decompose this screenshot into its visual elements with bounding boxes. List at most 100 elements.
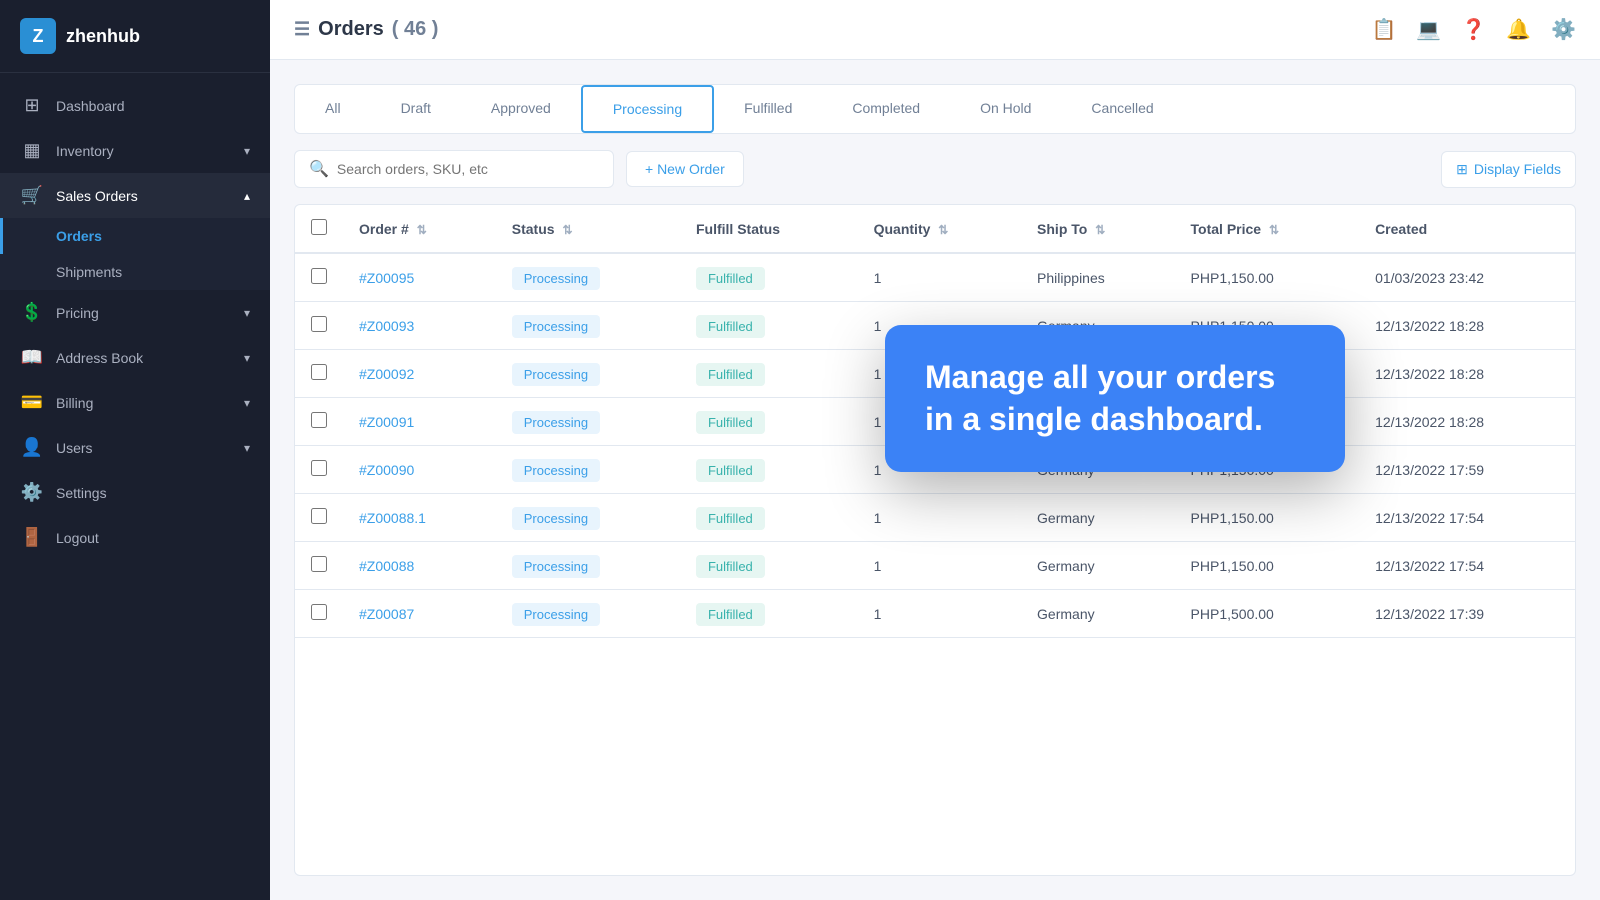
fulfill-status-badge: Fulfilled: [696, 267, 765, 290]
fulfill-status-cell: Fulfilled: [680, 350, 858, 398]
tab-approved[interactable]: Approved: [461, 85, 581, 133]
table-row: #Z00088.1 Processing Fulfilled 1 Germany…: [295, 494, 1575, 542]
status-cell: Processing: [496, 398, 680, 446]
search-box[interactable]: 🔍: [294, 150, 614, 188]
fulfill-status-badge: Fulfilled: [696, 411, 765, 434]
total-price-cell: PHP1,150.00: [1175, 253, 1360, 302]
order-link-6[interactable]: #Z00088: [359, 558, 414, 574]
order-link-7[interactable]: #Z00087: [359, 606, 414, 622]
dashboard-icon: ⊞: [20, 95, 44, 116]
fulfill-status-cell: Fulfilled: [680, 253, 858, 302]
sidebar-item-settings[interactable]: ⚙️ Settings: [0, 470, 270, 515]
row-checkbox-7[interactable]: [311, 604, 327, 620]
new-order-button[interactable]: + New Order: [626, 151, 744, 187]
sidebar-item-sales-orders[interactable]: 🛒 Sales Orders ▴: [0, 173, 270, 218]
help-icon[interactable]: ❓: [1461, 17, 1486, 42]
tooltip-text: Manage all your orders in a single dashb…: [925, 357, 1305, 440]
clipboard-icon[interactable]: 📋: [1371, 17, 1396, 42]
bell-icon[interactable]: 🔔: [1506, 17, 1531, 42]
sidebar-item-orders[interactable]: Orders: [0, 218, 270, 254]
order-number-cell: #Z00095: [343, 253, 496, 302]
shipments-label: Shipments: [56, 264, 122, 280]
search-input[interactable]: [337, 161, 599, 177]
page-title: ☰ Orders ( 46 ): [294, 18, 1355, 41]
sort-icon[interactable]: ⇅: [562, 223, 572, 237]
row-checkbox-4[interactable]: [311, 460, 327, 476]
topbar: ☰ Orders ( 46 ) 📋 💻 ❓ 🔔 ⚙️: [270, 0, 1600, 60]
status-badge: Processing: [512, 603, 600, 626]
status-cell: Processing: [496, 542, 680, 590]
order-link-5[interactable]: #Z00088.1: [359, 510, 426, 526]
sidebar-item-logout[interactable]: 🚪 Logout: [0, 515, 270, 560]
sidebar-nav: ⊞ Dashboard ▦ Inventory ▾ 🛒 Sales Orders…: [0, 73, 270, 900]
orders-label: Orders: [56, 228, 102, 244]
chevron-down-icon: ▾: [244, 306, 250, 320]
order-link-0[interactable]: #Z00095: [359, 270, 414, 286]
status-badge: Processing: [512, 411, 600, 434]
order-link-2[interactable]: #Z00092: [359, 366, 414, 382]
row-checkbox-3[interactable]: [311, 412, 327, 428]
sort-icon[interactable]: ⇅: [938, 223, 948, 237]
order-link-4[interactable]: #Z00090: [359, 462, 414, 478]
tab-cancelled[interactable]: Cancelled: [1061, 85, 1183, 133]
row-checkbox-5[interactable]: [311, 508, 327, 524]
select-all-checkbox[interactable]: [311, 219, 327, 235]
fulfill-status-cell: Fulfilled: [680, 398, 858, 446]
menu-icon: ☰: [294, 19, 310, 40]
sales-orders-icon: 🛒: [20, 185, 44, 206]
ship-to-cell: Germany: [1021, 494, 1175, 542]
quantity-cell: 1: [858, 494, 1021, 542]
monitor-icon[interactable]: 💻: [1416, 17, 1441, 42]
sidebar-item-dashboard[interactable]: ⊞ Dashboard: [0, 83, 270, 128]
sidebar-item-users[interactable]: 👤 Users ▾: [0, 425, 270, 470]
tab-fulfilled[interactable]: Fulfilled: [714, 85, 822, 133]
row-checkbox-6[interactable]: [311, 556, 327, 572]
sidebar-item-address-book[interactable]: 📖 Address Book ▾: [0, 335, 270, 380]
row-checkbox-0[interactable]: [311, 268, 327, 284]
tab-processing[interactable]: Processing: [581, 85, 714, 133]
sidebar-item-label: Sales Orders: [56, 188, 138, 204]
row-checkbox-cell: [295, 350, 343, 398]
pricing-icon: 💲: [20, 302, 44, 323]
sidebar-item-pricing[interactable]: 💲 Pricing ▾: [0, 290, 270, 335]
order-number-cell: #Z00091: [343, 398, 496, 446]
created-cell: 12/13/2022 17:59: [1359, 446, 1575, 494]
row-checkbox-cell: [295, 446, 343, 494]
logo-icon: Z: [20, 18, 56, 54]
status-badge: Processing: [512, 315, 600, 338]
sidebar-item-inventory[interactable]: ▦ Inventory ▾: [0, 128, 270, 173]
sort-icon[interactable]: ⇅: [1269, 223, 1279, 237]
created-cell: 12/13/2022 17:54: [1359, 494, 1575, 542]
sort-icon[interactable]: ⇅: [417, 223, 427, 237]
sidebar-item-label: Settings: [56, 485, 107, 501]
row-checkbox-1[interactable]: [311, 316, 327, 332]
status-cell: Processing: [496, 350, 680, 398]
col-header-status: Status ⇅: [496, 205, 680, 253]
order-link-3[interactable]: #Z00091: [359, 414, 414, 430]
col-header-created: Created: [1359, 205, 1575, 253]
gear-icon[interactable]: ⚙️: [1551, 17, 1576, 42]
sort-icon[interactable]: ⇅: [1095, 223, 1105, 237]
row-checkbox-cell: [295, 542, 343, 590]
row-checkbox-cell: [295, 494, 343, 542]
order-link-1[interactable]: #Z00093: [359, 318, 414, 334]
display-fields-label: Display Fields: [1474, 161, 1561, 177]
table-row: #Z00095 Processing Fulfilled 1 Philippin…: [295, 253, 1575, 302]
status-badge: Processing: [512, 267, 600, 290]
tab-all[interactable]: All: [295, 85, 371, 133]
row-checkbox-2[interactable]: [311, 364, 327, 380]
tab-on-hold[interactable]: On Hold: [950, 85, 1061, 133]
order-number-cell: #Z00088: [343, 542, 496, 590]
tab-completed[interactable]: Completed: [822, 85, 950, 133]
display-fields-button[interactable]: ⊞ Display Fields: [1441, 151, 1576, 188]
tab-draft[interactable]: Draft: [371, 85, 461, 133]
sidebar-item-billing[interactable]: 💳 Billing ▾: [0, 380, 270, 425]
ship-to-cell: Germany: [1021, 590, 1175, 638]
col-header-quantity: Quantity ⇅: [858, 205, 1021, 253]
sidebar-item-shipments[interactable]: Shipments: [0, 254, 270, 290]
sidebar-item-label: Billing: [56, 395, 93, 411]
select-all-header: [295, 205, 343, 253]
title-text: Orders: [318, 18, 384, 41]
col-header-order: Order # ⇅: [343, 205, 496, 253]
fulfill-status-cell: Fulfilled: [680, 446, 858, 494]
